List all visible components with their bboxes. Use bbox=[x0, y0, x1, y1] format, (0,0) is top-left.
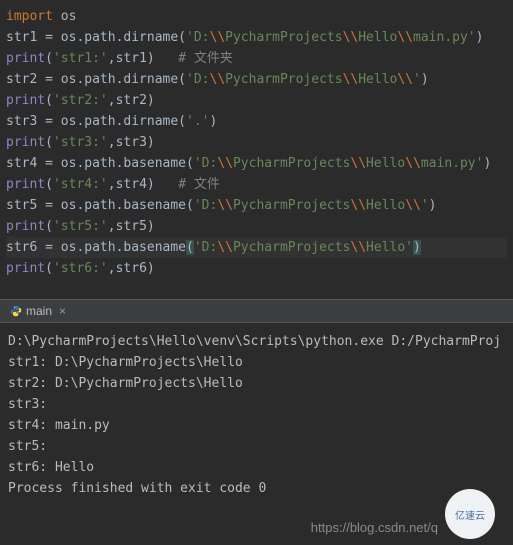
code-line[interactable]: print('str3:',str3) bbox=[6, 132, 507, 153]
python-icon bbox=[10, 305, 22, 317]
module-name: os bbox=[61, 9, 77, 24]
console-line: str6: Hello bbox=[8, 457, 505, 478]
keyword: import bbox=[6, 9, 61, 24]
logo-badge: 亿速云 bbox=[445, 489, 495, 539]
comment: # 文件夹 bbox=[178, 51, 233, 66]
code-line[interactable]: print('str5:',str5) bbox=[6, 216, 507, 237]
code-line[interactable]: str5 = os.path.basename('D:\\PycharmProj… bbox=[6, 195, 507, 216]
code-line[interactable]: import os bbox=[6, 6, 507, 27]
console-line: D:\PycharmProjects\Hello\venv\Scripts\py… bbox=[8, 331, 505, 352]
code-line[interactable]: print('str6:',str6) bbox=[6, 258, 507, 279]
console-line: str3: bbox=[8, 394, 505, 415]
watermark-text: https://blog.csdn.net/q bbox=[311, 520, 438, 535]
logo-text: 亿速云 bbox=[455, 507, 485, 522]
code-line[interactable]: print('str4:',str4) # 文件 bbox=[6, 174, 507, 195]
code-line[interactable]: str2 = os.path.dirname('D:\\PycharmProje… bbox=[6, 69, 507, 90]
code-editor[interactable]: import os str1 = os.path.dirname('D:\\Py… bbox=[0, 0, 513, 299]
console-line: str2: D:\PycharmProjects\Hello bbox=[8, 373, 505, 394]
code-line[interactable]: print('str1:',str1) # 文件夹 bbox=[6, 48, 507, 69]
console-line: str1: D:\PycharmProjects\Hello bbox=[8, 352, 505, 373]
code-line[interactable]: str1 = os.path.dirname('D:\\PycharmProje… bbox=[6, 27, 507, 48]
bracket-match: ) bbox=[413, 240, 421, 255]
code-line[interactable]: str6 = os.path.basename('D:\\PycharmProj… bbox=[6, 237, 507, 258]
tab-label: main bbox=[26, 304, 52, 318]
code-line[interactable]: print('str2:',str2) bbox=[6, 90, 507, 111]
console-line: str4: main.py bbox=[8, 415, 505, 436]
close-icon[interactable]: × bbox=[56, 304, 66, 318]
console-line: Process finished with exit code 0 bbox=[8, 478, 505, 499]
code-line[interactable]: str4 = os.path.basename('D:\\PycharmProj… bbox=[6, 153, 507, 174]
console-output[interactable]: D:\PycharmProjects\Hello\venv\Scripts\py… bbox=[0, 323, 513, 507]
tab-main[interactable]: main × bbox=[4, 302, 72, 320]
console-line: str5: bbox=[8, 436, 505, 457]
console-tabbar: main × bbox=[0, 299, 513, 323]
code-line[interactable]: str3 = os.path.dirname('.') bbox=[6, 111, 507, 132]
bracket-match: ( bbox=[186, 240, 194, 255]
